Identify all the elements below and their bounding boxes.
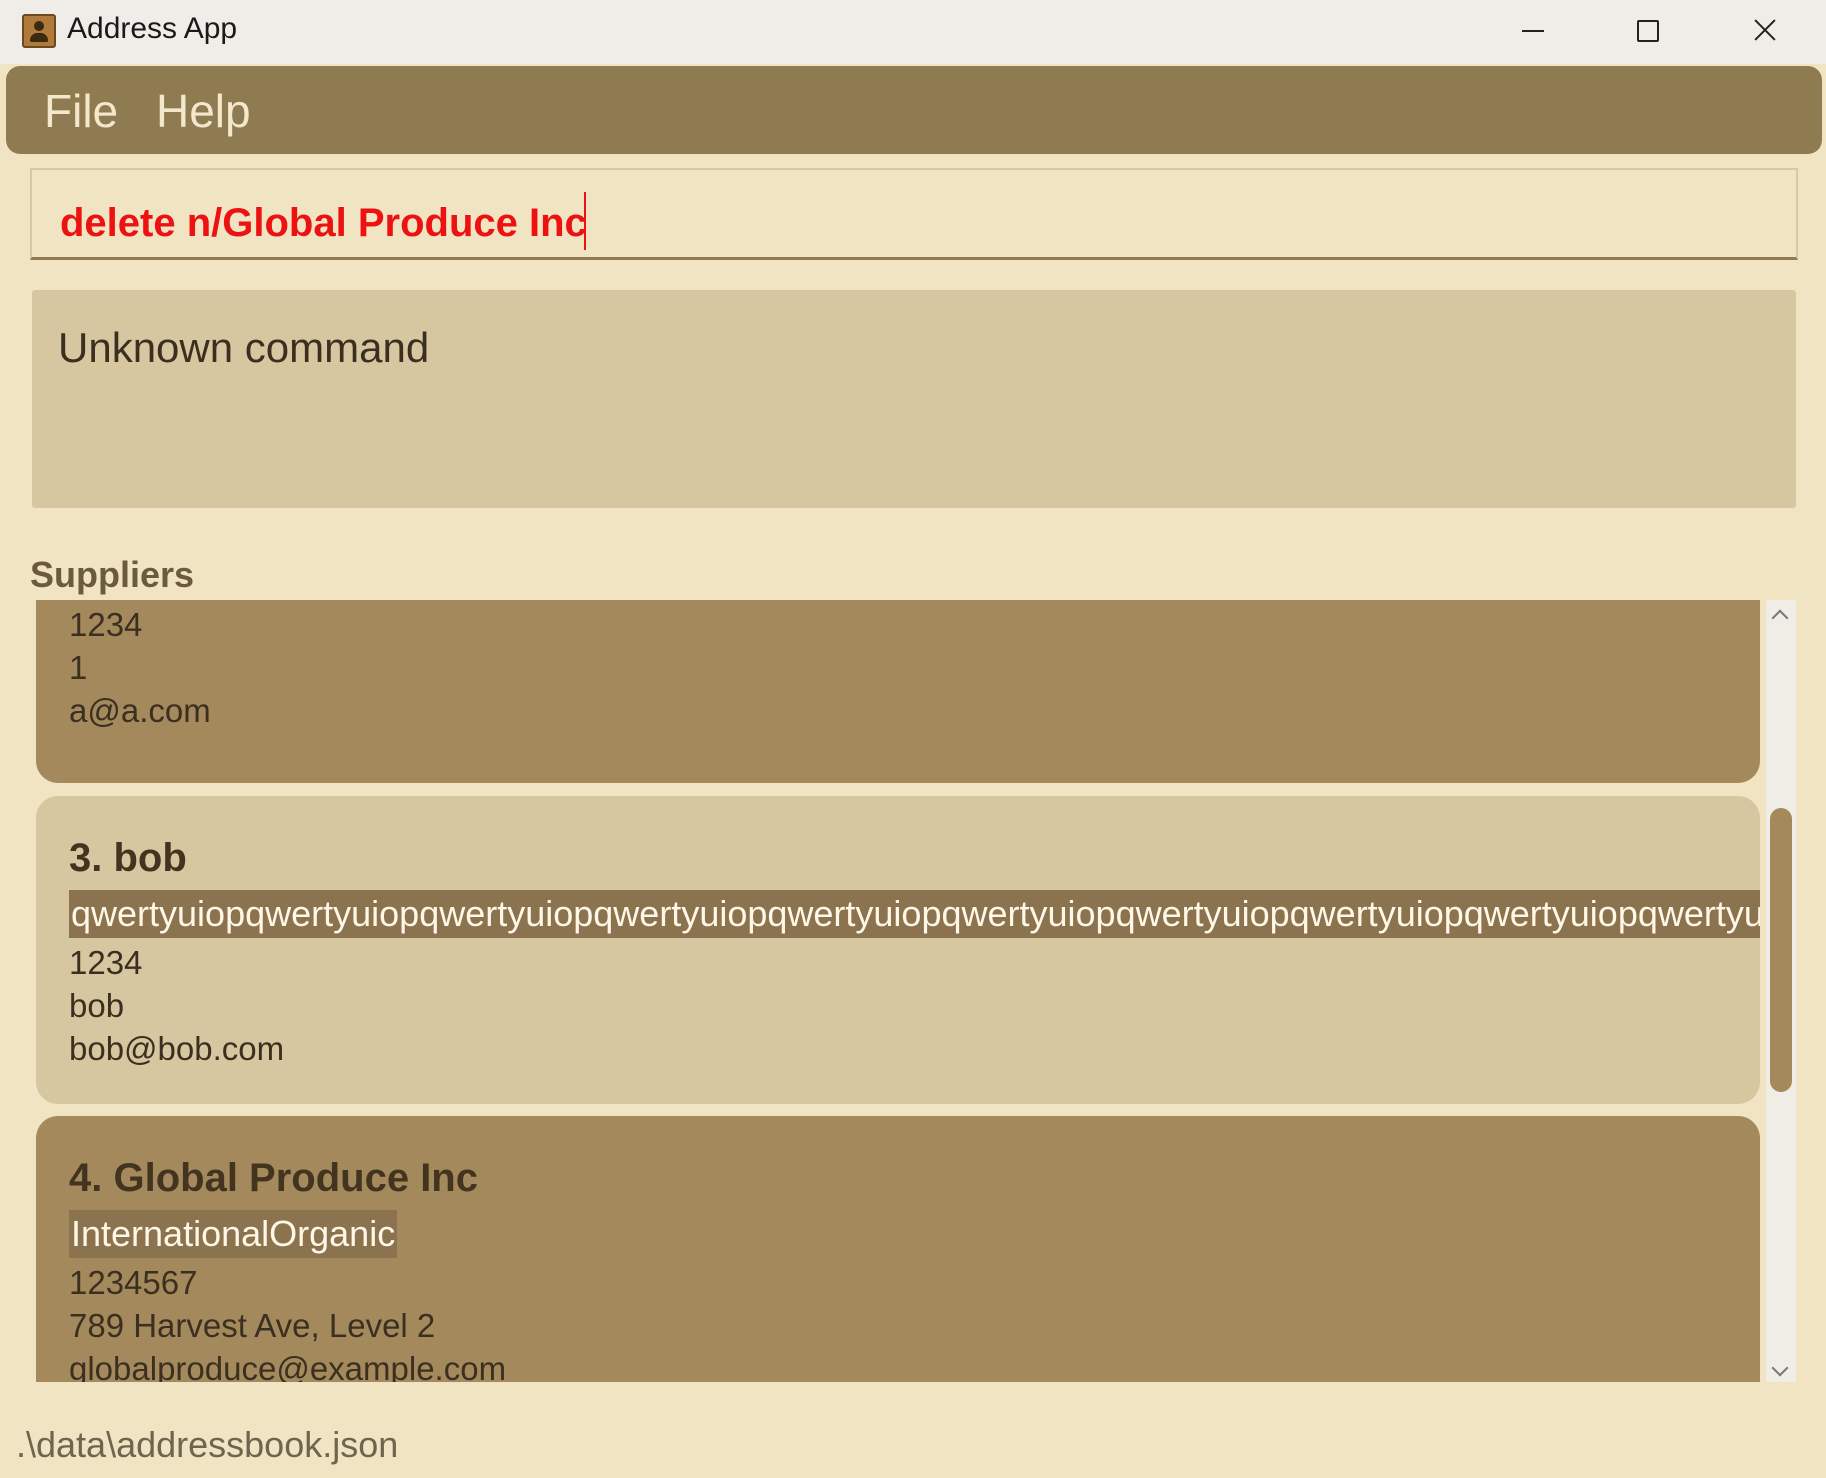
supplier-address: 789 Harvest Ave, Level 2 — [69, 1307, 436, 1344]
result-message: Unknown command — [58, 324, 430, 371]
supplier-tag: InternationalOrganic — [69, 1210, 398, 1258]
save-file-path: .\data\addressbook.json — [16, 1424, 399, 1465]
command-input[interactable]: delete n/Global Produce Inc — [30, 168, 1798, 260]
app-window: Address App File Help delete n/Global Pr… — [0, 0, 1826, 1478]
supplier-name: 4. Global Produce Inc — [69, 1156, 478, 1200]
supplier-card[interactable]: 4. Global Produce Inc InternationalOrgan… — [36, 1116, 1760, 1382]
supplier-phone: 1234 — [69, 944, 143, 981]
supplier-tag: qwertyuiopqwertyuiopqwertyuiopqwertyuiop… — [69, 890, 1760, 938]
scroll-thumb[interactable] — [1770, 808, 1792, 1092]
minimize-icon[interactable] — [1476, 0, 1590, 60]
result-display: Unknown command — [32, 290, 1796, 508]
command-input-text[interactable]: delete n/Global Produce Inc — [60, 192, 587, 250]
supplier-address: bob — [69, 987, 125, 1024]
scroll-down-icon[interactable] — [1771, 1359, 1789, 1377]
maximize-icon[interactable] — [1590, 0, 1704, 60]
supplier-email: bob@bob.com — [69, 1030, 285, 1067]
supplier-name: 3. bob — [69, 836, 187, 880]
close-icon[interactable] — [1708, 0, 1822, 60]
supplier-card[interactable]: 3. bob qwertyuiopqwertyuiopqwertyuiopqwe… — [36, 796, 1760, 1104]
supplier-list[interactable]: 1234567890123456789012345678901234567890… — [30, 600, 1796, 1382]
supplier-phone: 1234 — [69, 606, 143, 643]
supplier-address: 1 — [69, 649, 88, 686]
menu-bar: File Help — [6, 66, 1822, 154]
supplier-email: a@a.com — [69, 692, 211, 729]
window-title: Address App — [67, 12, 238, 45]
supplier-phone: 1234567 — [69, 1264, 198, 1301]
suppliers-heading: Suppliers — [30, 554, 195, 595]
command-value: delete n/Global Produce Inc — [60, 201, 587, 245]
text-caret — [583, 192, 586, 250]
supplier-card[interactable]: 1234567890123456789012345678901234567890… — [36, 600, 1760, 783]
address-book-icon — [22, 14, 56, 48]
list-scrollbar[interactable] — [1766, 600, 1796, 1382]
title-bar[interactable]: Address App — [0, 0, 1826, 64]
status-bar: .\data\addressbook.json — [0, 1384, 1826, 1478]
supplier-email: globalproduce@example.com — [69, 1350, 507, 1382]
menu-help[interactable]: Help — [156, 84, 251, 138]
scroll-up-icon[interactable] — [1771, 609, 1789, 627]
menu-file[interactable]: File — [44, 84, 118, 138]
